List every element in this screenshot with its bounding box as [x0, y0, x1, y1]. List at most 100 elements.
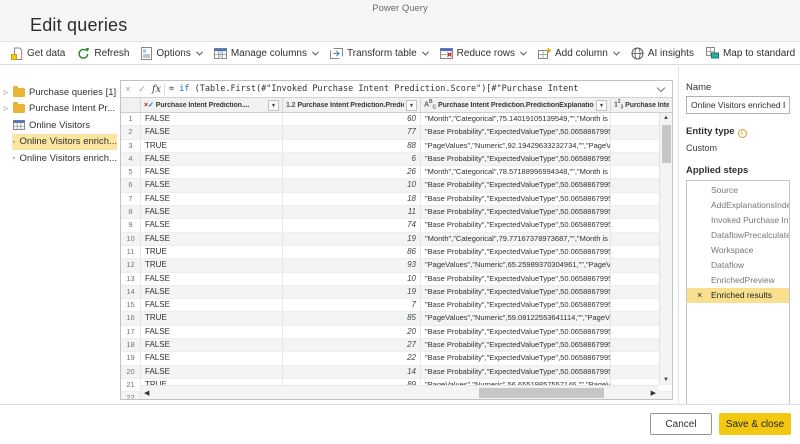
cell-prediction-explanation[interactable]: "Base Probability","ExpectedValueType",5…	[421, 153, 611, 165]
cell-prediction-score[interactable]: 85	[283, 312, 421, 324]
sidebar-item-online-visitors-enriched-2[interactable]: Online Visitors enrich...	[0, 150, 117, 167]
table-row[interactable]: 6 FALSE 10 "Base Probability","ExpectedV…	[121, 179, 672, 192]
applied-step[interactable]: Workspace	[687, 243, 789, 258]
table-row[interactable]: 8 FALSE 11 "Base Probability","ExpectedV…	[121, 206, 672, 219]
cell-prediction-score[interactable]: 14	[283, 366, 421, 378]
filter-dropdown-icon[interactable]: ▾	[268, 100, 279, 111]
cell-predicted[interactable]: TRUE	[141, 246, 283, 258]
cell-prediction-score[interactable]: 18	[283, 193, 421, 205]
cell-predicted[interactable]: FALSE	[141, 286, 283, 298]
cell-prediction-explanation[interactable]: "Base Probability","ExpectedValueType",5…	[421, 179, 611, 191]
transform-table-button[interactable]: Transform table	[324, 42, 434, 64]
horizontal-scrollbar[interactable]: ◀ ▶	[141, 385, 659, 399]
cell-prediction-explanation[interactable]: "Base Probability","ExpectedValueType",5…	[421, 366, 611, 378]
cell-prediction-explanation[interactable]: "Base Probability","ExpectedValueType",5…	[421, 299, 611, 311]
cell-prediction-score[interactable]: 27	[283, 339, 421, 351]
cell-prediction-explanation[interactable]: "PageValues","Numeric",65.25989370304961…	[421, 259, 611, 271]
table-row[interactable]: 12 TRUE 93 "PageValues","Numeric",65.259…	[121, 259, 672, 272]
table-row[interactable]: 20 FALSE 14 "Base Probability","Expected…	[121, 366, 672, 379]
table-row[interactable]: 5 FALSE 26 "Month","Categorical",78.5718…	[121, 166, 672, 179]
cell-prediction-explanation[interactable]: "Month","Categorical",79.77167378973687,…	[421, 233, 611, 245]
cell-predicted[interactable]: FALSE	[141, 206, 283, 218]
cell-predicted[interactable]: FALSE	[141, 126, 283, 138]
cell-prediction-explanation[interactable]: "Base Probability","ExpectedValueType",5…	[421, 339, 611, 351]
map-to-standard-button[interactable]: Map to standard	[700, 42, 800, 64]
name-input[interactable]	[686, 96, 790, 114]
save-and-close-button[interactable]: Save & close	[719, 413, 791, 435]
cell-predicted[interactable]: FALSE	[141, 366, 283, 378]
cell-prediction-score[interactable]: 88	[283, 140, 421, 152]
applied-step[interactable]: Source	[687, 183, 789, 198]
options-button[interactable]: Options	[135, 42, 207, 64]
cell-prediction-explanation[interactable]: "Base Probability","ExpectedValueType",5…	[421, 246, 611, 258]
cell-predicted[interactable]: FALSE	[141, 326, 283, 338]
cell-predicted[interactable]: FALSE	[141, 193, 283, 205]
cell-predicted[interactable]: FALSE	[141, 113, 283, 125]
manage-columns-button[interactable]: Manage columns	[208, 42, 324, 64]
table-row[interactable]: 18 FALSE 27 "Base Probability","Expected…	[121, 339, 672, 352]
table-row[interactable]: 2 FALSE 77 "Base Probability","ExpectedV…	[121, 126, 672, 139]
cell-predicted[interactable]: FALSE	[141, 179, 283, 191]
applied-step[interactable]: Dataflow	[687, 258, 789, 273]
sidebar-item-purchase-intent[interactable]: ▷ Purchase Intent Pr... [4]	[0, 101, 117, 118]
column-header-prediction-score[interactable]: 1.2 Purchase Intent Prediction.Predictio…	[283, 98, 421, 112]
applied-step[interactable]: AddExplanationsIndex	[687, 198, 789, 213]
table-row[interactable]: 3 TRUE 88 "PageValues","Numeric",92.1942…	[121, 140, 672, 153]
cell-prediction-score[interactable]: 60	[283, 113, 421, 125]
refresh-button[interactable]: Refresh	[71, 42, 135, 64]
applied-step[interactable]: DataflowPrecalculatedSo...	[687, 228, 789, 243]
scroll-down-icon[interactable]: ▼	[660, 377, 672, 383]
cell-prediction-explanation[interactable]: "Base Probability","ExpectedValueType",5…	[421, 206, 611, 218]
cell-predicted[interactable]: FALSE	[141, 299, 283, 311]
scroll-up-icon[interactable]: ▲	[660, 115, 672, 121]
filter-dropdown-icon[interactable]: ▾	[596, 100, 607, 111]
cell-predicted[interactable]: FALSE	[141, 352, 283, 364]
table-row[interactable]: 4 FALSE 6 "Base Probability","ExpectedVa…	[121, 153, 672, 166]
table-row[interactable]: 1 FALSE 60 "Month","Categorical",75.1401…	[121, 113, 672, 126]
scroll-left-icon[interactable]: ◀	[144, 389, 149, 397]
cell-predicted[interactable]: TRUE	[141, 312, 283, 324]
cell-prediction-explanation[interactable]: "Base Probability","ExpectedValueType",5…	[421, 286, 611, 298]
cell-predicted[interactable]: FALSE	[141, 339, 283, 351]
cell-prediction-explanation[interactable]: "Month","Categorical",78.57188996994348,…	[421, 166, 611, 178]
sidebar-item-online-visitors-enriched[interactable]: Online Visitors enrich...	[0, 134, 117, 151]
applied-step[interactable]: EnrichedPreview	[687, 273, 789, 288]
cell-prediction-score[interactable]: 7	[283, 299, 421, 311]
formula-input[interactable]: = if (Table.First(#"Invoked Purchase Int…	[165, 84, 654, 94]
reduce-rows-button[interactable]: Reduce rows	[434, 42, 532, 64]
cell-prediction-score[interactable]: 19	[283, 233, 421, 245]
cell-predicted[interactable]: FALSE	[141, 219, 283, 231]
cell-prediction-score[interactable]: 74	[283, 219, 421, 231]
horizontal-scroll-thumb[interactable]	[479, 388, 604, 398]
cell-prediction-explanation[interactable]: "Base Probability","ExpectedValueType",5…	[421, 273, 611, 285]
cell-predicted[interactable]: FALSE	[141, 273, 283, 285]
vertical-scrollbar[interactable]: ▲ ▼	[659, 113, 672, 385]
applied-step[interactable]: Invoked Purchase Intent ...	[687, 213, 789, 228]
chevron-right-icon[interactable]: ▷	[0, 89, 12, 96]
table-row[interactable]: 10 FALSE 19 "Month","Categorical",79.771…	[121, 233, 672, 246]
table-row[interactable]: 15 FALSE 7 "Base Probability","ExpectedV…	[121, 299, 672, 312]
cell-prediction-score[interactable]: 10	[283, 179, 421, 191]
cell-prediction-score[interactable]: 26	[283, 166, 421, 178]
table-row[interactable]: 9 FALSE 74 "Base Probability","ExpectedV…	[121, 219, 672, 232]
cell-predicted[interactable]: FALSE	[141, 233, 283, 245]
cell-prediction-explanation[interactable]: "Base Probability","ExpectedValueType",5…	[421, 219, 611, 231]
sidebar-item-online-visitors[interactable]: Online Visitors	[0, 117, 117, 134]
cell-prediction-score[interactable]: 19	[283, 286, 421, 298]
get-data-button[interactable]: Get data	[5, 42, 71, 64]
cell-prediction-score[interactable]: 11	[283, 206, 421, 218]
cell-prediction-explanation[interactable]: "Base Probability","ExpectedValueType",5…	[421, 126, 611, 138]
column-header-partial[interactable]: 123 Purchase Inter	[611, 98, 672, 112]
table-row[interactable]: 13 FALSE 10 "Base Probability","Expected…	[121, 273, 672, 286]
cell-prediction-score[interactable]: 77	[283, 126, 421, 138]
cell-predicted[interactable]: FALSE	[141, 153, 283, 165]
vertical-scroll-thumb[interactable]	[662, 125, 671, 163]
applied-step[interactable]: × Enriched results	[687, 288, 789, 303]
cell-prediction-explanation[interactable]: "PageValues","Numeric",92.19429633232734…	[421, 140, 611, 152]
scroll-right-icon[interactable]: ▶	[651, 389, 656, 397]
table-row[interactable]: 7 FALSE 18 "Base Probability","ExpectedV…	[121, 193, 672, 206]
cell-prediction-explanation[interactable]: "Base Probability","ExpectedValueType",5…	[421, 193, 611, 205]
ai-insights-button[interactable]: AI insights	[625, 42, 700, 64]
cell-predicted[interactable]: TRUE	[141, 259, 283, 271]
sidebar-item-purchase-queries[interactable]: ▷ Purchase queries [1]	[0, 84, 117, 101]
